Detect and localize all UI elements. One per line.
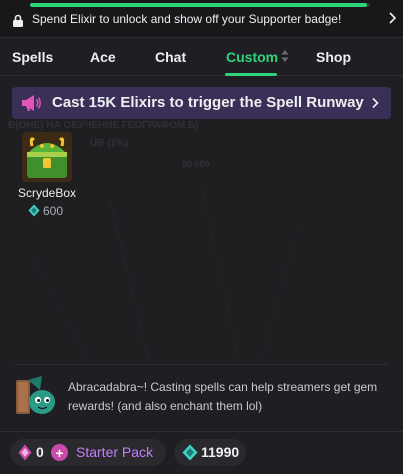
supporter-progress-bar — [30, 3, 370, 7]
spell-runway-banner[interactable]: Cast 15K Elixirs to trigger the Spell Ru… — [12, 87, 391, 119]
tab-shop[interactable]: Shop — [316, 49, 351, 65]
starter-pack-button[interactable]: 0 + Starter Pack — [10, 439, 166, 466]
tab-spells[interactable]: Spells — [12, 49, 53, 65]
wallet-footer: 0 + Starter Pack 11990 — [0, 431, 403, 474]
gem-count: 11990 — [201, 444, 240, 460]
hint-text: Abracadabra~! Casting spells can help st… — [68, 380, 378, 413]
chevron-right-icon[interactable] — [387, 11, 397, 25]
chevron-right-icon — [372, 97, 379, 109]
active-tab-indicator — [225, 73, 277, 76]
divider — [14, 364, 387, 365]
store-tabs: Spells Ace Chat Custom Shop — [0, 38, 403, 76]
tab-ace[interactable]: Ace — [90, 49, 116, 65]
tab-custom[interactable]: Custom — [226, 49, 278, 65]
bits-count: 0 — [36, 444, 44, 460]
gem-icon — [182, 444, 198, 461]
tab-chat[interactable]: Chat — [155, 49, 186, 65]
supporter-banner[interactable]: Spend Elixir to unlock and show off your… — [0, 0, 403, 38]
sort-icon[interactable] — [281, 49, 289, 63]
megaphone-icon — [22, 95, 41, 111]
supporter-progress-fill — [30, 3, 367, 7]
gem-icon — [28, 204, 40, 217]
item-card-scrydebox[interactable]: ScrydeBox 600 — [14, 132, 80, 220]
lock-icon — [13, 14, 23, 27]
bits-icon — [18, 444, 32, 461]
item-name: ScrydeBox — [17, 186, 77, 200]
supporter-banner-text: Spend Elixir to unlock and show off your… — [32, 12, 342, 26]
starter-pack-label: Starter Pack — [76, 444, 154, 460]
item-price-value: 600 — [43, 204, 64, 218]
gem-balance-button[interactable]: 11990 — [174, 439, 246, 466]
scrydebox-image — [22, 132, 72, 182]
spell-store-panel: Spend Elixir to unlock and show off your… — [0, 0, 403, 474]
spell-runway-text: Cast 15K Elixirs to trigger the Spell Ru… — [52, 94, 364, 111]
plus-icon: + — [51, 444, 68, 461]
mascot-avatar — [16, 376, 55, 414]
